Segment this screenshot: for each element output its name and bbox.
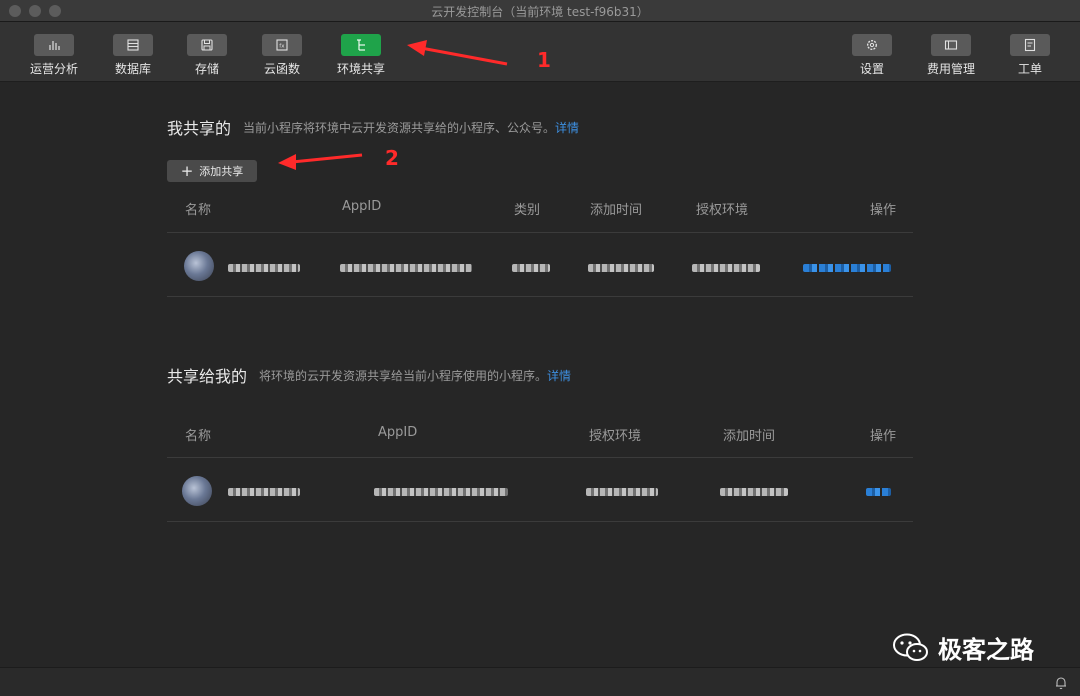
- col-header-name: 名称: [185, 203, 212, 218]
- my-share-desc: 当前小程序将环境中云开发资源共享给的小程序、公众号。详情: [243, 119, 579, 136]
- status-bar: [0, 667, 1080, 696]
- add-share-button[interactable]: + 添加共享: [167, 160, 257, 182]
- toolbar-item-analytics[interactable]: 运营分析: [24, 34, 84, 77]
- table-divider: [167, 521, 913, 522]
- app-window: 云开发控制台（当前环境 test-f96b31） 运营分析 数据库 存储 fx: [0, 0, 1080, 696]
- annotation-label-1: 1: [537, 48, 551, 72]
- avatar: [184, 251, 214, 281]
- col-header-auth-env: 授权环境: [696, 203, 749, 218]
- table-divider: [167, 232, 913, 233]
- share-env-icon: [341, 34, 381, 56]
- title-bar: 云开发控制台（当前环境 test-f96b31）: [0, 0, 1080, 22]
- col-header-category: 类别: [514, 203, 541, 218]
- shared-to-me-desc-text: 将环境的云开发资源共享给当前小程序使用的小程序。: [259, 369, 548, 383]
- redacted-appid: [374, 488, 508, 496]
- billing-icon: [931, 34, 971, 56]
- database-icon: [113, 34, 153, 56]
- shared-to-me-title: 共享给我的: [167, 367, 248, 386]
- row-action-link[interactable]: [866, 488, 891, 496]
- my-share-title: 我共享的: [167, 119, 232, 138]
- svg-text:fx: fx: [279, 44, 285, 50]
- col-header-added-time: 添加时间: [590, 203, 643, 218]
- redacted-auth-env: [586, 488, 658, 496]
- shared-to-me-detail-link[interactable]: 详情: [547, 369, 571, 383]
- function-icon: fx: [262, 34, 302, 56]
- table-divider: [167, 457, 913, 458]
- toolbar-label: 存储: [194, 62, 219, 76]
- col-header-added-time: 添加时间: [723, 429, 776, 444]
- annotation-arrow-1: [407, 40, 508, 66]
- toolbar-item-billing[interactable]: 费用管理: [921, 34, 981, 77]
- col-header-auth-env: 授权环境: [589, 429, 642, 444]
- redacted-category: [512, 264, 550, 272]
- my-share-desc-text: 当前小程序将环境中云开发资源共享给的小程序、公众号。: [243, 121, 556, 135]
- wechat-icon: [893, 633, 928, 661]
- ticket-icon: [1010, 34, 1050, 56]
- redacted-appid: [340, 264, 472, 272]
- col-header-name: 名称: [185, 429, 212, 444]
- window-title: 云开发控制台（当前环境 test-f96b31）: [431, 5, 649, 19]
- redacted-name: [228, 488, 300, 496]
- toolbar-item-storage[interactable]: 存储: [177, 34, 237, 77]
- redacted-auth-env: [692, 264, 760, 272]
- toolbar-label: 费用管理: [926, 62, 975, 76]
- toolbar-label: 设置: [859, 62, 884, 76]
- col-header-appid: AppID: [342, 199, 382, 214]
- watermark-text: 极客之路: [938, 636, 1034, 664]
- toolbar-label: 云函数: [263, 62, 300, 76]
- toolbar-label: 工单: [1017, 62, 1042, 76]
- plus-icon: +: [180, 161, 194, 180]
- redacted-added-time: [720, 488, 788, 496]
- avatar: [182, 476, 212, 506]
- toolbar-label: 环境共享: [336, 62, 385, 76]
- toolbar-item-functions[interactable]: fx 云函数: [252, 34, 312, 77]
- bell-icon[interactable]: [1054, 676, 1068, 690]
- add-share-label: 添加共享: [199, 165, 244, 178]
- toolbar-item-ticket[interactable]: 工单: [1000, 34, 1060, 77]
- toolbar-item-settings[interactable]: 设置: [842, 34, 902, 77]
- annotation-arrow-2: [278, 153, 363, 170]
- annotation-label-2: 2: [385, 146, 399, 170]
- col-header-action: 操作: [870, 203, 897, 218]
- my-share-detail-link[interactable]: 详情: [555, 121, 579, 135]
- gear-icon: [852, 34, 892, 56]
- col-header-action: 操作: [870, 429, 897, 444]
- col-header-appid: AppID: [378, 425, 418, 440]
- storage-icon: [187, 34, 227, 56]
- table-divider: [167, 296, 913, 297]
- toolbar-label: 运营分析: [29, 62, 78, 76]
- row-action-links[interactable]: [803, 264, 891, 272]
- toolbar-label: 数据库: [114, 62, 151, 76]
- shared-to-me-desc: 将环境的云开发资源共享给当前小程序使用的小程序。详情: [259, 367, 571, 384]
- redacted-added-time: [588, 264, 654, 272]
- redacted-name: [228, 264, 300, 272]
- toolbar-item-env-share[interactable]: 环境共享: [331, 34, 391, 77]
- watermark: 极客之路: [892, 630, 1034, 665]
- toolbar-item-database[interactable]: 数据库: [103, 34, 163, 77]
- chart-icon: [34, 34, 74, 56]
